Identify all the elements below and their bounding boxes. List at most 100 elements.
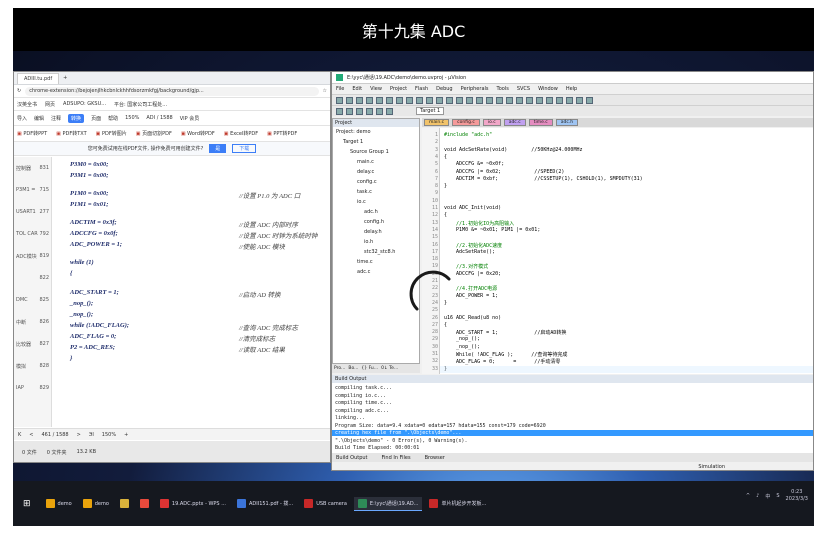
code-line[interactable]: _nop_();: [444, 336, 480, 342]
editor-tab[interactable]: config.c: [452, 119, 480, 126]
project-tree-item[interactable]: Target 1: [343, 139, 363, 145]
target-select[interactable]: Target 1: [416, 107, 445, 115]
toolbar-button-icon[interactable]: [486, 96, 493, 104]
taskbar-item[interactable]: E:\yyc\通话\19.AD...: [353, 496, 423, 511]
outline-item[interactable]: ADC模块 819: [14, 245, 51, 267]
pdf-nav-control[interactable]: ЭI: [89, 432, 94, 438]
taskbar-item[interactable]: USB camera: [300, 497, 351, 511]
taskbar-item[interactable]: 19.ADC.pptx - WPS ...: [156, 497, 230, 511]
build-output-line[interactable]: linking...: [335, 415, 365, 421]
taskbar-item[interactable]: demo: [42, 497, 76, 511]
outline-item[interactable]: USART1 277: [14, 201, 51, 223]
pdf-tool-button[interactable]: PDF转图片: [96, 130, 127, 137]
uv-menu-item[interactable]: View: [370, 86, 382, 92]
bookmark-item[interactable]: 平台: 国家公司工程处...: [114, 101, 167, 108]
toolbar-button-icon[interactable]: [386, 96, 393, 104]
uv-menu-item[interactable]: Debug: [436, 86, 452, 92]
toolbar-button-icon[interactable]: [446, 96, 453, 104]
code-line[interactable]: While( !ADC_FLAG ); //查询等待完成: [444, 351, 567, 358]
pdf-nav-control[interactable]: +: [124, 432, 128, 438]
vip-badge[interactable]: VIP 会员: [180, 115, 200, 122]
uv-menu-item[interactable]: Tools: [497, 86, 509, 92]
code-line[interactable]: {: [444, 212, 447, 218]
editor-tab[interactable]: adc.c: [503, 119, 526, 126]
taskbar-item[interactable]: [136, 497, 153, 511]
browser-tab[interactable]: ADIII.tu.pdf: [17, 72, 60, 84]
code-line[interactable]: {: [444, 322, 447, 328]
pdf-nav-control[interactable]: K: [18, 432, 21, 438]
project-tree-item[interactable]: delay.h: [364, 229, 382, 235]
toolbar-button-icon[interactable]: [416, 96, 423, 104]
project-tree-item[interactable]: task.c: [357, 189, 372, 195]
project-tree-item[interactable]: config.h: [364, 219, 384, 225]
zoom-level[interactable]: 150%: [125, 115, 139, 121]
build-output-line[interactable]: Program Size: data=9.4 xdata=0 edata=157…: [335, 423, 546, 429]
toolbar-button-icon[interactable]: [356, 96, 363, 104]
code-line[interactable]: ADCCFG &= ~0x0f;: [444, 161, 504, 167]
toolbar-button-icon[interactable]: [526, 96, 533, 104]
code-line[interactable]: AdcSetRate();: [444, 249, 495, 255]
build-output-tab[interactable]: Build Output: [336, 455, 368, 461]
toolbar-button-icon[interactable]: [496, 96, 503, 104]
taskbar-item[interactable]: [116, 497, 133, 511]
build-button-icon[interactable]: [376, 107, 383, 115]
pdf-menu-item[interactable]: 帮助: [108, 115, 118, 122]
uv-menu-item[interactable]: Edit: [352, 86, 362, 92]
pdf-tool-button[interactable]: PDF转PPT: [17, 130, 47, 137]
project-tree-item[interactable]: time.c: [357, 259, 373, 265]
tray-icon[interactable]: 中: [765, 493, 770, 500]
project-tree-item[interactable]: delay.c: [357, 169, 374, 175]
code-line[interactable]: void AdcSetRate(void) //50KHz@24.000MHz: [444, 147, 582, 153]
clock[interactable]: 0:23 2023/3/3: [786, 489, 808, 503]
editor-tab[interactable]: time.c: [528, 119, 553, 126]
reload-icon[interactable]: ↻: [17, 88, 21, 94]
code-line[interactable]: //1.初始化IO为高阻输入: [444, 220, 514, 227]
build-output-panel[interactable]: compiling task.c... compiling io.c... comp…: [332, 383, 813, 453]
build-button-icon[interactable]: [366, 107, 373, 115]
outline-item[interactable]: 比较器 827: [14, 333, 51, 355]
project-tree-item[interactable]: adc.c: [357, 269, 370, 275]
start-icon[interactable]: ⊞: [17, 499, 37, 509]
pdf-menu-item[interactable]: 页面: [91, 115, 101, 122]
taskbar-item[interactable]: 单片机起步开发板...: [425, 497, 490, 511]
outline-item[interactable]: DMC 825: [14, 289, 51, 311]
uvision-window[interactable]: E:\yyc\通话\19.ADC\demo\demo.uvproj - µVis…: [331, 71, 814, 471]
project-tree-item[interactable]: main.c: [357, 159, 374, 165]
code-line[interactable]: //2.初始化ADC速度: [444, 242, 502, 249]
toolbar-button-icon[interactable]: [466, 96, 473, 104]
uv-menu-item[interactable]: File: [336, 86, 344, 92]
build-output-line[interactable]: ".\Objects\demo" - 0 Error(s), 0 Warning…: [335, 438, 467, 444]
build-output-line[interactable]: compiling io.c...: [335, 393, 386, 399]
project-tree-item[interactable]: adc.h: [364, 209, 378, 215]
uv-menu-item[interactable]: Peripherals: [461, 86, 489, 92]
code-line[interactable]: void ADC_Init(void): [444, 205, 501, 211]
editor-tab[interactable]: io.c: [482, 119, 501, 126]
toolbar-button-icon[interactable]: [546, 96, 553, 104]
editor-tab[interactable]: adc.h: [555, 119, 579, 126]
toolbar-button-icon[interactable]: [576, 96, 583, 104]
project-tree-item[interactable]: io.h: [364, 239, 373, 245]
pdf-tool-button[interactable]: 页面切割PDF: [136, 130, 172, 137]
pdf-tool-button[interactable]: PDF转TXT: [56, 130, 86, 137]
pdf-nav-control[interactable]: 461 / 1588: [41, 432, 68, 438]
build-output-line[interactable]: Build Time Elapsed: 00:00:01: [335, 445, 419, 451]
code-line[interactable]: {: [444, 154, 447, 160]
tray-icon[interactable]: ♪: [756, 493, 759, 500]
bookmark-item[interactable]: 汉英全书: [17, 101, 37, 108]
outline-item[interactable]: 控制器 831: [14, 157, 51, 179]
new-tab-icon[interactable]: +: [63, 75, 67, 81]
toolbar-button-icon[interactable]: [586, 96, 593, 104]
star-icon[interactable]: ☆: [323, 88, 327, 94]
build-output-line[interactable]: compiling time.c...: [335, 400, 392, 406]
pdf-nav-control[interactable]: <: [29, 432, 33, 438]
project-tree-item[interactable]: Source Group 1: [350, 149, 389, 155]
taskbar-item[interactable]: demo: [79, 497, 113, 511]
toolbar-button-icon[interactable]: [436, 96, 443, 104]
toolbar-button-icon[interactable]: [396, 96, 403, 104]
build-output-tab[interactable]: Browser: [425, 455, 445, 461]
project-tree-item[interactable]: stc32_stc8.h: [364, 249, 395, 255]
code-editor[interactable]: 1 #include "adc.h" 2 3 void AdcSetRate(void)…: [422, 128, 813, 374]
code-line[interactable]: ADCTIM = 0xbf; //CSSETUP(1), CSHOLD(1), …: [444, 176, 643, 182]
project-tree-item[interactable]: io.c: [357, 199, 366, 205]
toolbar-button-icon[interactable]: [516, 96, 523, 104]
